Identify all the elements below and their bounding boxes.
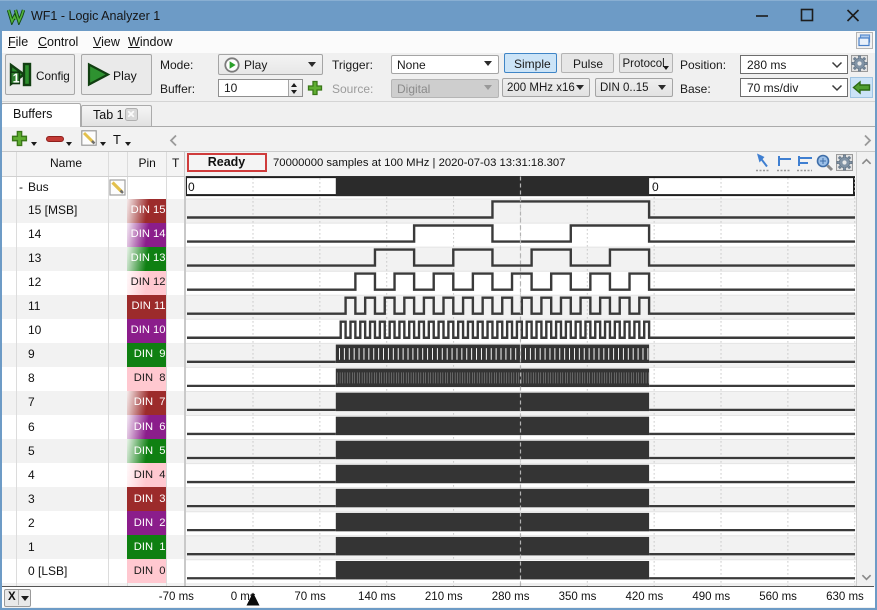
svg-text:0: 0 xyxy=(652,180,659,194)
svg-text:1: 1 xyxy=(13,72,20,86)
svg-text:0: 0 xyxy=(188,180,195,194)
